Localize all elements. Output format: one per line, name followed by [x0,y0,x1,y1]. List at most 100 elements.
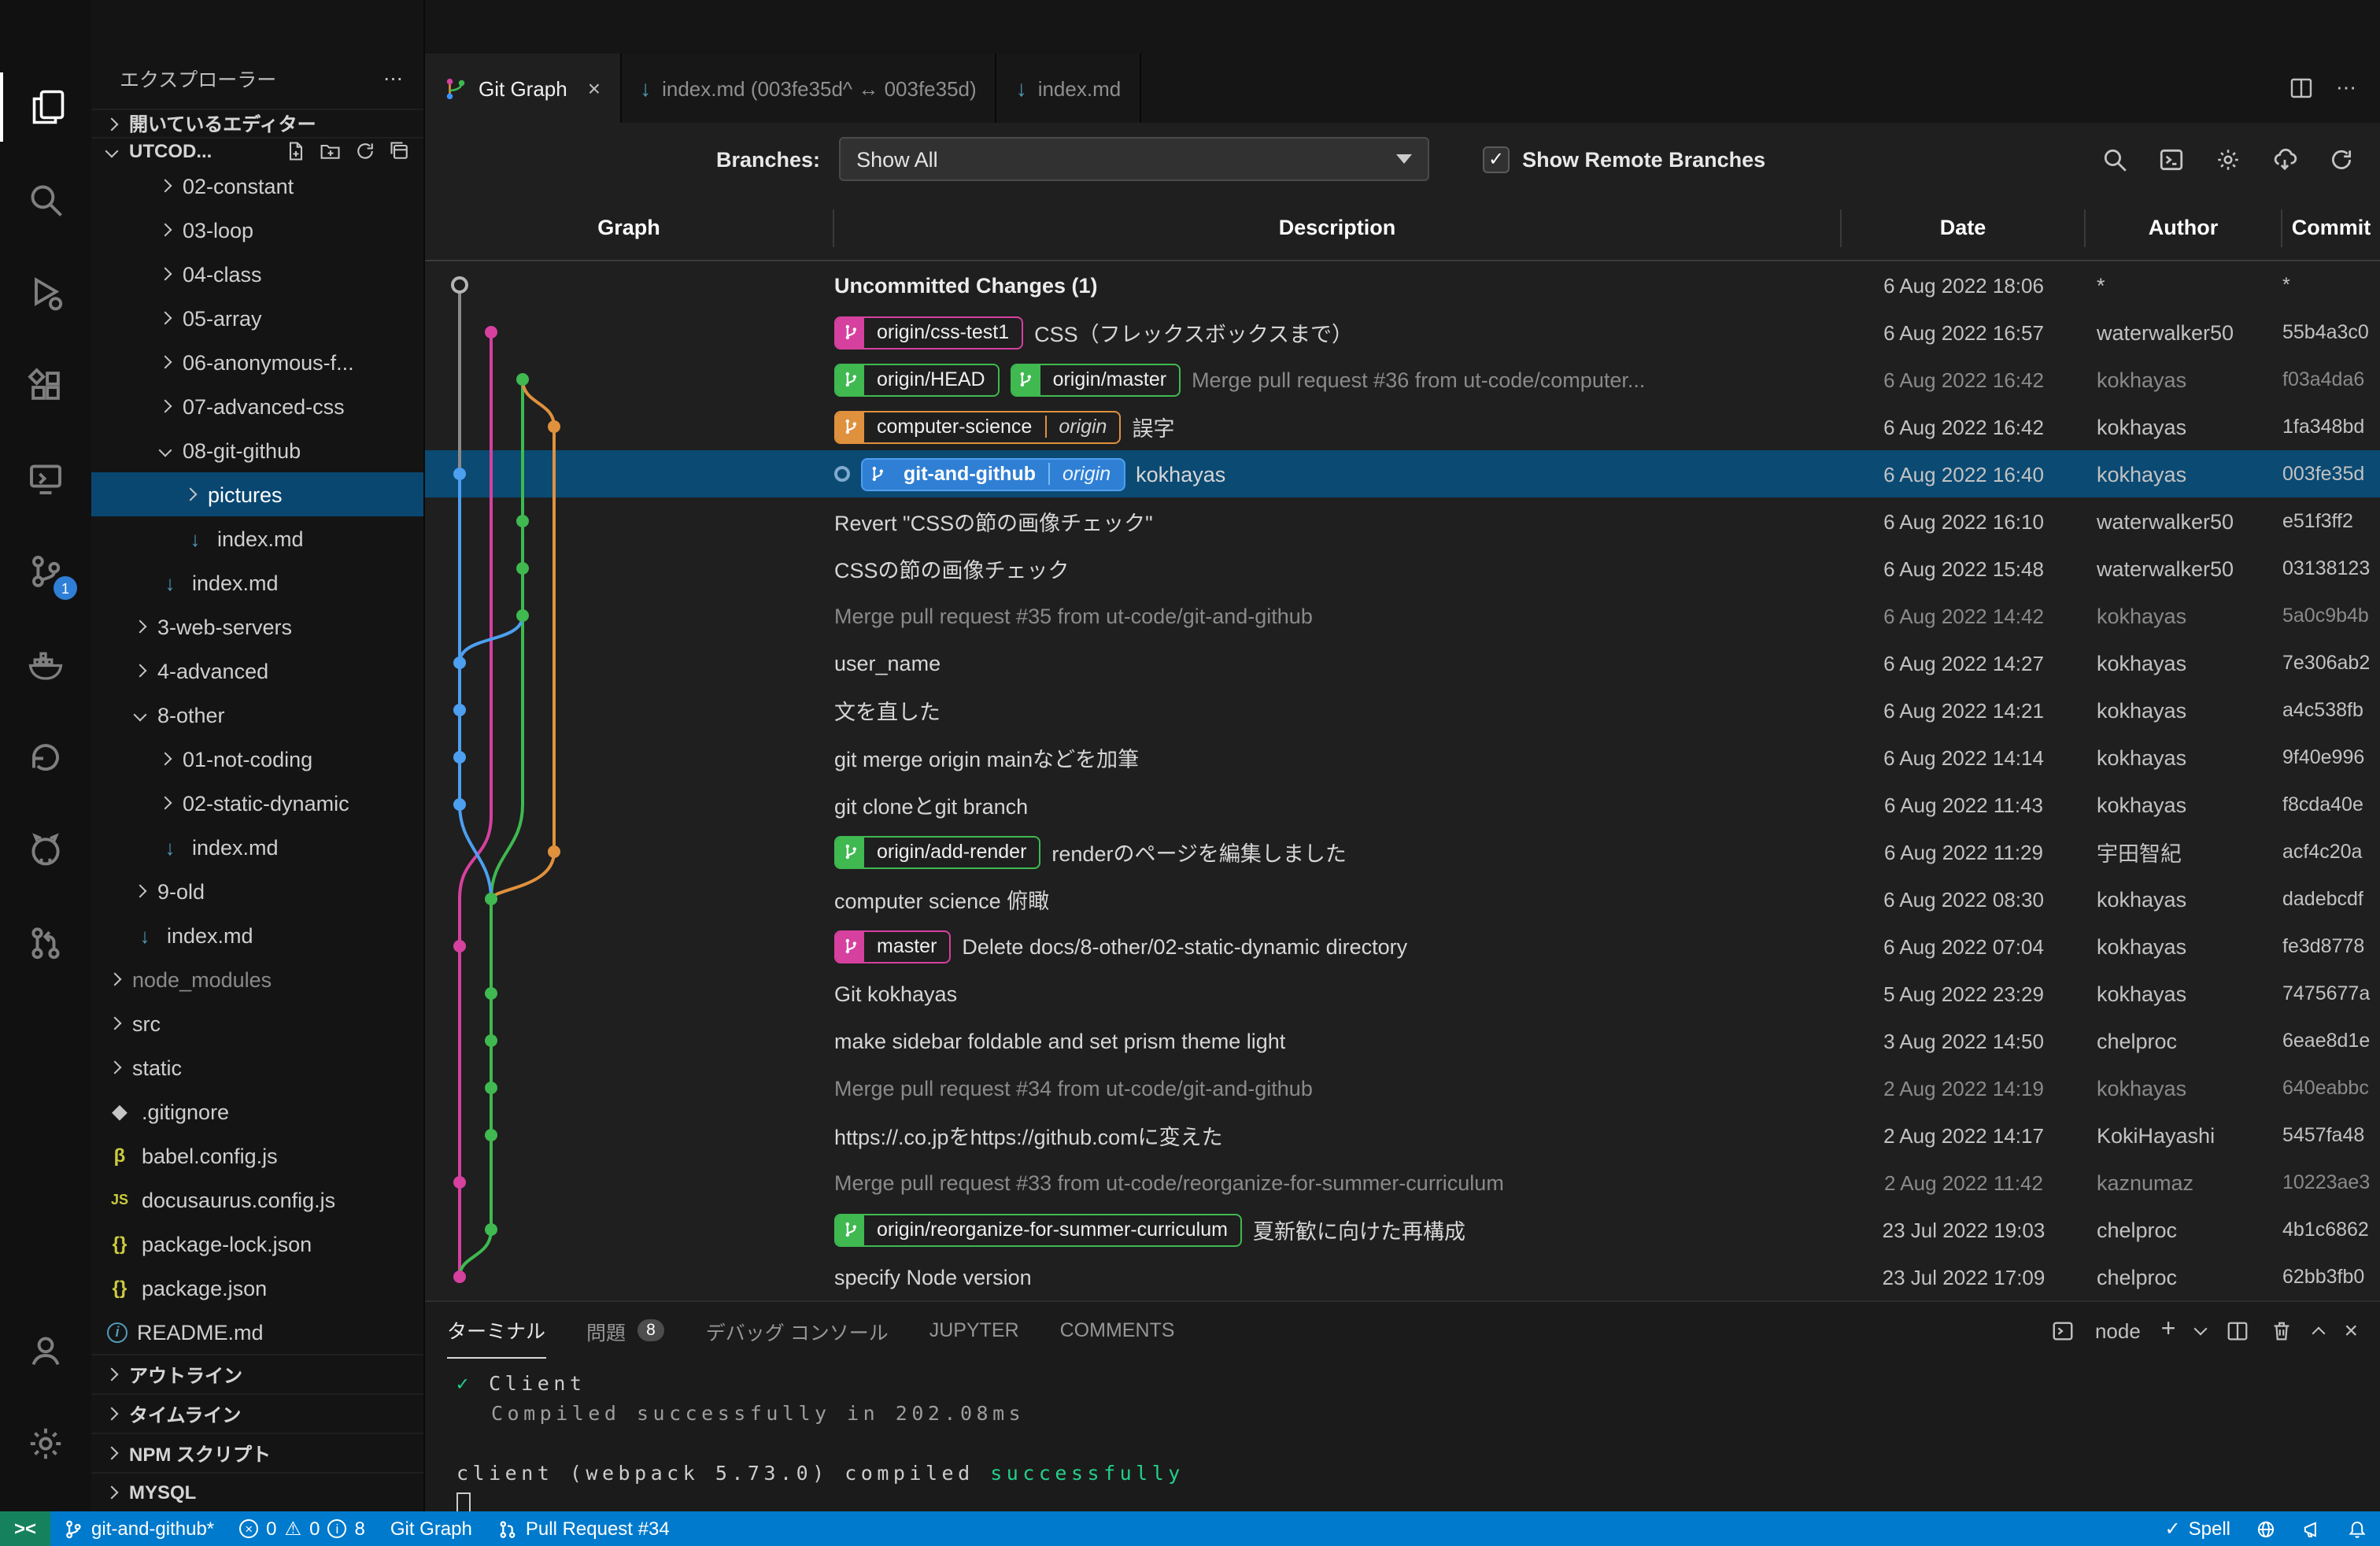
tree-item-folder[interactable]: 8-other [91,693,423,737]
git-graph-launcher[interactable]: Git Graph [378,1511,485,1546]
commit-row[interactable]: Merge pull request #34 from ut-code/git-… [425,1064,2380,1111]
panel-tab-jupyter[interactable]: JUPYTER [929,1302,1019,1359]
tree-item-file[interactable]: ◆.gitignore [91,1089,423,1134]
column-header-date[interactable]: Date [1842,209,2086,246]
current-branch-tag[interactable]: git-and-githuborigin [861,457,1125,490]
tree-item-file[interactable]: {}package-lock.json [91,1222,423,1266]
new-file-icon[interactable] [285,140,307,162]
tree-item-folder[interactable]: static [91,1045,423,1089]
panel-tab-debug-console[interactable]: デバッグ コンソール [706,1302,889,1359]
branch-tag[interactable]: origin/master [1011,363,1181,396]
tree-item-folder[interactable]: 07-advanced-css [91,384,423,428]
remote-explorer-icon[interactable] [0,444,91,513]
branch-tag[interactable]: origin/reorganize-for-summer-curriculum [834,1213,1242,1246]
source-control-icon[interactable]: 1 [0,537,91,606]
split-editor-icon[interactable] [2289,76,2314,101]
tree-item-file[interactable]: ↓index.md [91,560,423,605]
branch-tag[interactable]: origin/css-test1 [834,316,1023,349]
section-timeline[interactable]: タイムライン [91,1393,423,1433]
tree-item-file[interactable]: ↓index.md [91,516,423,560]
column-header-graph[interactable]: Graph [425,209,834,246]
globe-icon[interactable] [2243,1511,2289,1546]
tree-item-file[interactable]: βbabel.config.js [91,1134,423,1178]
section-npm-scripts[interactable]: NPM スクリプト [91,1433,423,1472]
commit-row[interactable]: CSSの節の画像チェック6 Aug 2022 15:48waterwalker5… [425,545,2380,592]
commit-row[interactable]: computer-scienceorigin 誤字 6 Aug 2022 16:… [425,403,2380,450]
settings-gear-icon[interactable] [0,1409,91,1478]
show-remote-branches-checkbox[interactable]: ✓ [1483,146,1510,172]
commit-row[interactable]: git merge origin mainなどを加筆6 Aug 2022 14:… [425,734,2380,781]
tree-item-folder[interactable]: 04-class [91,252,423,296]
refresh-icon[interactable] [354,140,376,162]
branches-dropdown[interactable]: Show All [839,137,1429,181]
pull-request-indicator[interactable]: Pull Request #34 [485,1511,682,1546]
tree-item-file[interactable]: {}package.json [91,1266,423,1310]
section-open-editors[interactable]: 開いているエディター [91,109,423,137]
commit-row[interactable]: Uncommitted Changes (1) 6 Aug 2022 18:06… [425,261,2380,309]
more-actions-icon[interactable]: ⋯ [383,66,405,90]
section-outline[interactable]: アウトライン [91,1354,423,1393]
notifications-bell-icon[interactable] [2334,1511,2380,1546]
branch-indicator[interactable]: git-and-github* [50,1511,227,1546]
panel-tab-problems[interactable]: 問題8 [586,1302,665,1359]
branch-tag[interactable]: origin/add-render [834,835,1040,868]
new-folder-icon[interactable] [320,140,342,162]
column-header-description[interactable]: Description [834,209,1842,246]
open-terminal-icon[interactable] [2158,146,2185,172]
tree-item-folder[interactable]: src [91,1001,423,1045]
branch-tag[interactable]: origin/HEAD [834,363,1000,396]
column-header-author[interactable]: Author [2086,209,2282,246]
tree-item-folder[interactable]: 01-not-coding [91,737,423,781]
run-debug-icon[interactable] [0,258,91,327]
tree-item-file[interactable]: ↓index.md [91,913,423,957]
tab-git-graph[interactable]: Git Graph × [425,54,621,123]
new-terminal-icon[interactable]: + [2161,1316,2176,1344]
pull-request-icon[interactable] [0,908,91,978]
close-panel-icon[interactable]: × [2344,1317,2358,1344]
commit-row-selected[interactable]: git-and-githuborigin kokhayas 6 Aug 2022… [425,450,2380,497]
tree-item-file[interactable]: JSdocusaurus.config.js [91,1178,423,1222]
feedback-icon[interactable] [2289,1511,2334,1546]
tree-item-folder[interactable]: 02-constant [91,164,423,208]
column-header-commit[interactable]: Commit [2282,209,2380,246]
remote-indicator[interactable]: >< [0,1511,50,1546]
tree-item-folder[interactable]: 4-advanced [91,649,423,693]
tree-item-folder[interactable]: 02-static-dynamic [91,781,423,825]
tree-item-folder[interactable]: node_modules [91,957,423,1001]
extensions-icon[interactable] [0,351,91,420]
commit-row[interactable]: 文を直した6 Aug 2022 14:21kokhayasa4c538fb [425,686,2380,734]
find-icon[interactable] [2101,146,2128,172]
tab-index-md-diff[interactable]: ↓ index.md (003fe35d^ ↔ 003fe35d) [621,54,997,123]
commit-row[interactable]: computer science 俯瞰6 Aug 2022 08:30kokha… [425,875,2380,923]
commit-row[interactable]: specify Node version23 Jul 2022 17:09che… [425,1253,2380,1300]
commit-row[interactable]: Merge pull request #33 from ut-code/reor… [425,1159,2380,1206]
spell-checker-indicator[interactable]: ✓Spell [2153,1511,2244,1546]
commit-row[interactable]: origin/add-render renderのページを編集しました 6 Au… [425,828,2380,875]
tree-item-folder[interactable]: 05-array [91,296,423,340]
tab-index-md[interactable]: ↓ index.md [997,54,1142,123]
section-mysql[interactable]: MYSQL [91,1472,423,1511]
tree-item-folder-selected[interactable]: pictures [91,472,423,516]
explorer-icon[interactable] [0,72,91,142]
commit-row[interactable]: Merge pull request #35 from ut-code/git-… [425,592,2380,639]
settings-icon[interactable] [2215,146,2241,172]
refresh-icon[interactable] [2328,146,2355,172]
commit-row[interactable]: make sidebar foldable and set prism them… [425,1017,2380,1064]
commit-row[interactable]: origin/reorganize-for-summer-curriculum … [425,1206,2380,1253]
fetch-remote-icon[interactable] [2271,146,2298,172]
tree-item-file[interactable]: ↓index.md [91,825,423,869]
terminal-profile-label[interactable]: node [2095,1319,2141,1342]
tree-item-file[interactable]: iREADME.md [91,1310,423,1354]
commit-row[interactable]: git cloneとgit branch6 Aug 2022 11:43kokh… [425,781,2380,828]
commit-row[interactable]: origin/HEAD origin/master Merge pull req… [425,356,2380,403]
panel-tab-comments[interactable]: COMMENTS [1060,1302,1175,1359]
branch-tag[interactable]: computer-scienceorigin [834,410,1121,443]
editor-more-actions-icon[interactable]: ⋯ [2336,76,2358,101]
problems-indicator[interactable]: ×0 ⚠0 i8 [227,1511,378,1546]
chevron-down-icon[interactable] [2194,1322,2208,1335]
tree-item-folder[interactable]: 03-loop [91,208,423,252]
kill-terminal-icon[interactable] [2270,1319,2293,1342]
commit-row[interactable]: https://.co.jpをhttps://github.comに変えた2 A… [425,1111,2380,1159]
docker-icon[interactable] [0,630,91,699]
commit-row[interactable]: user_name6 Aug 2022 14:27kokhayas7e306ab… [425,639,2380,686]
